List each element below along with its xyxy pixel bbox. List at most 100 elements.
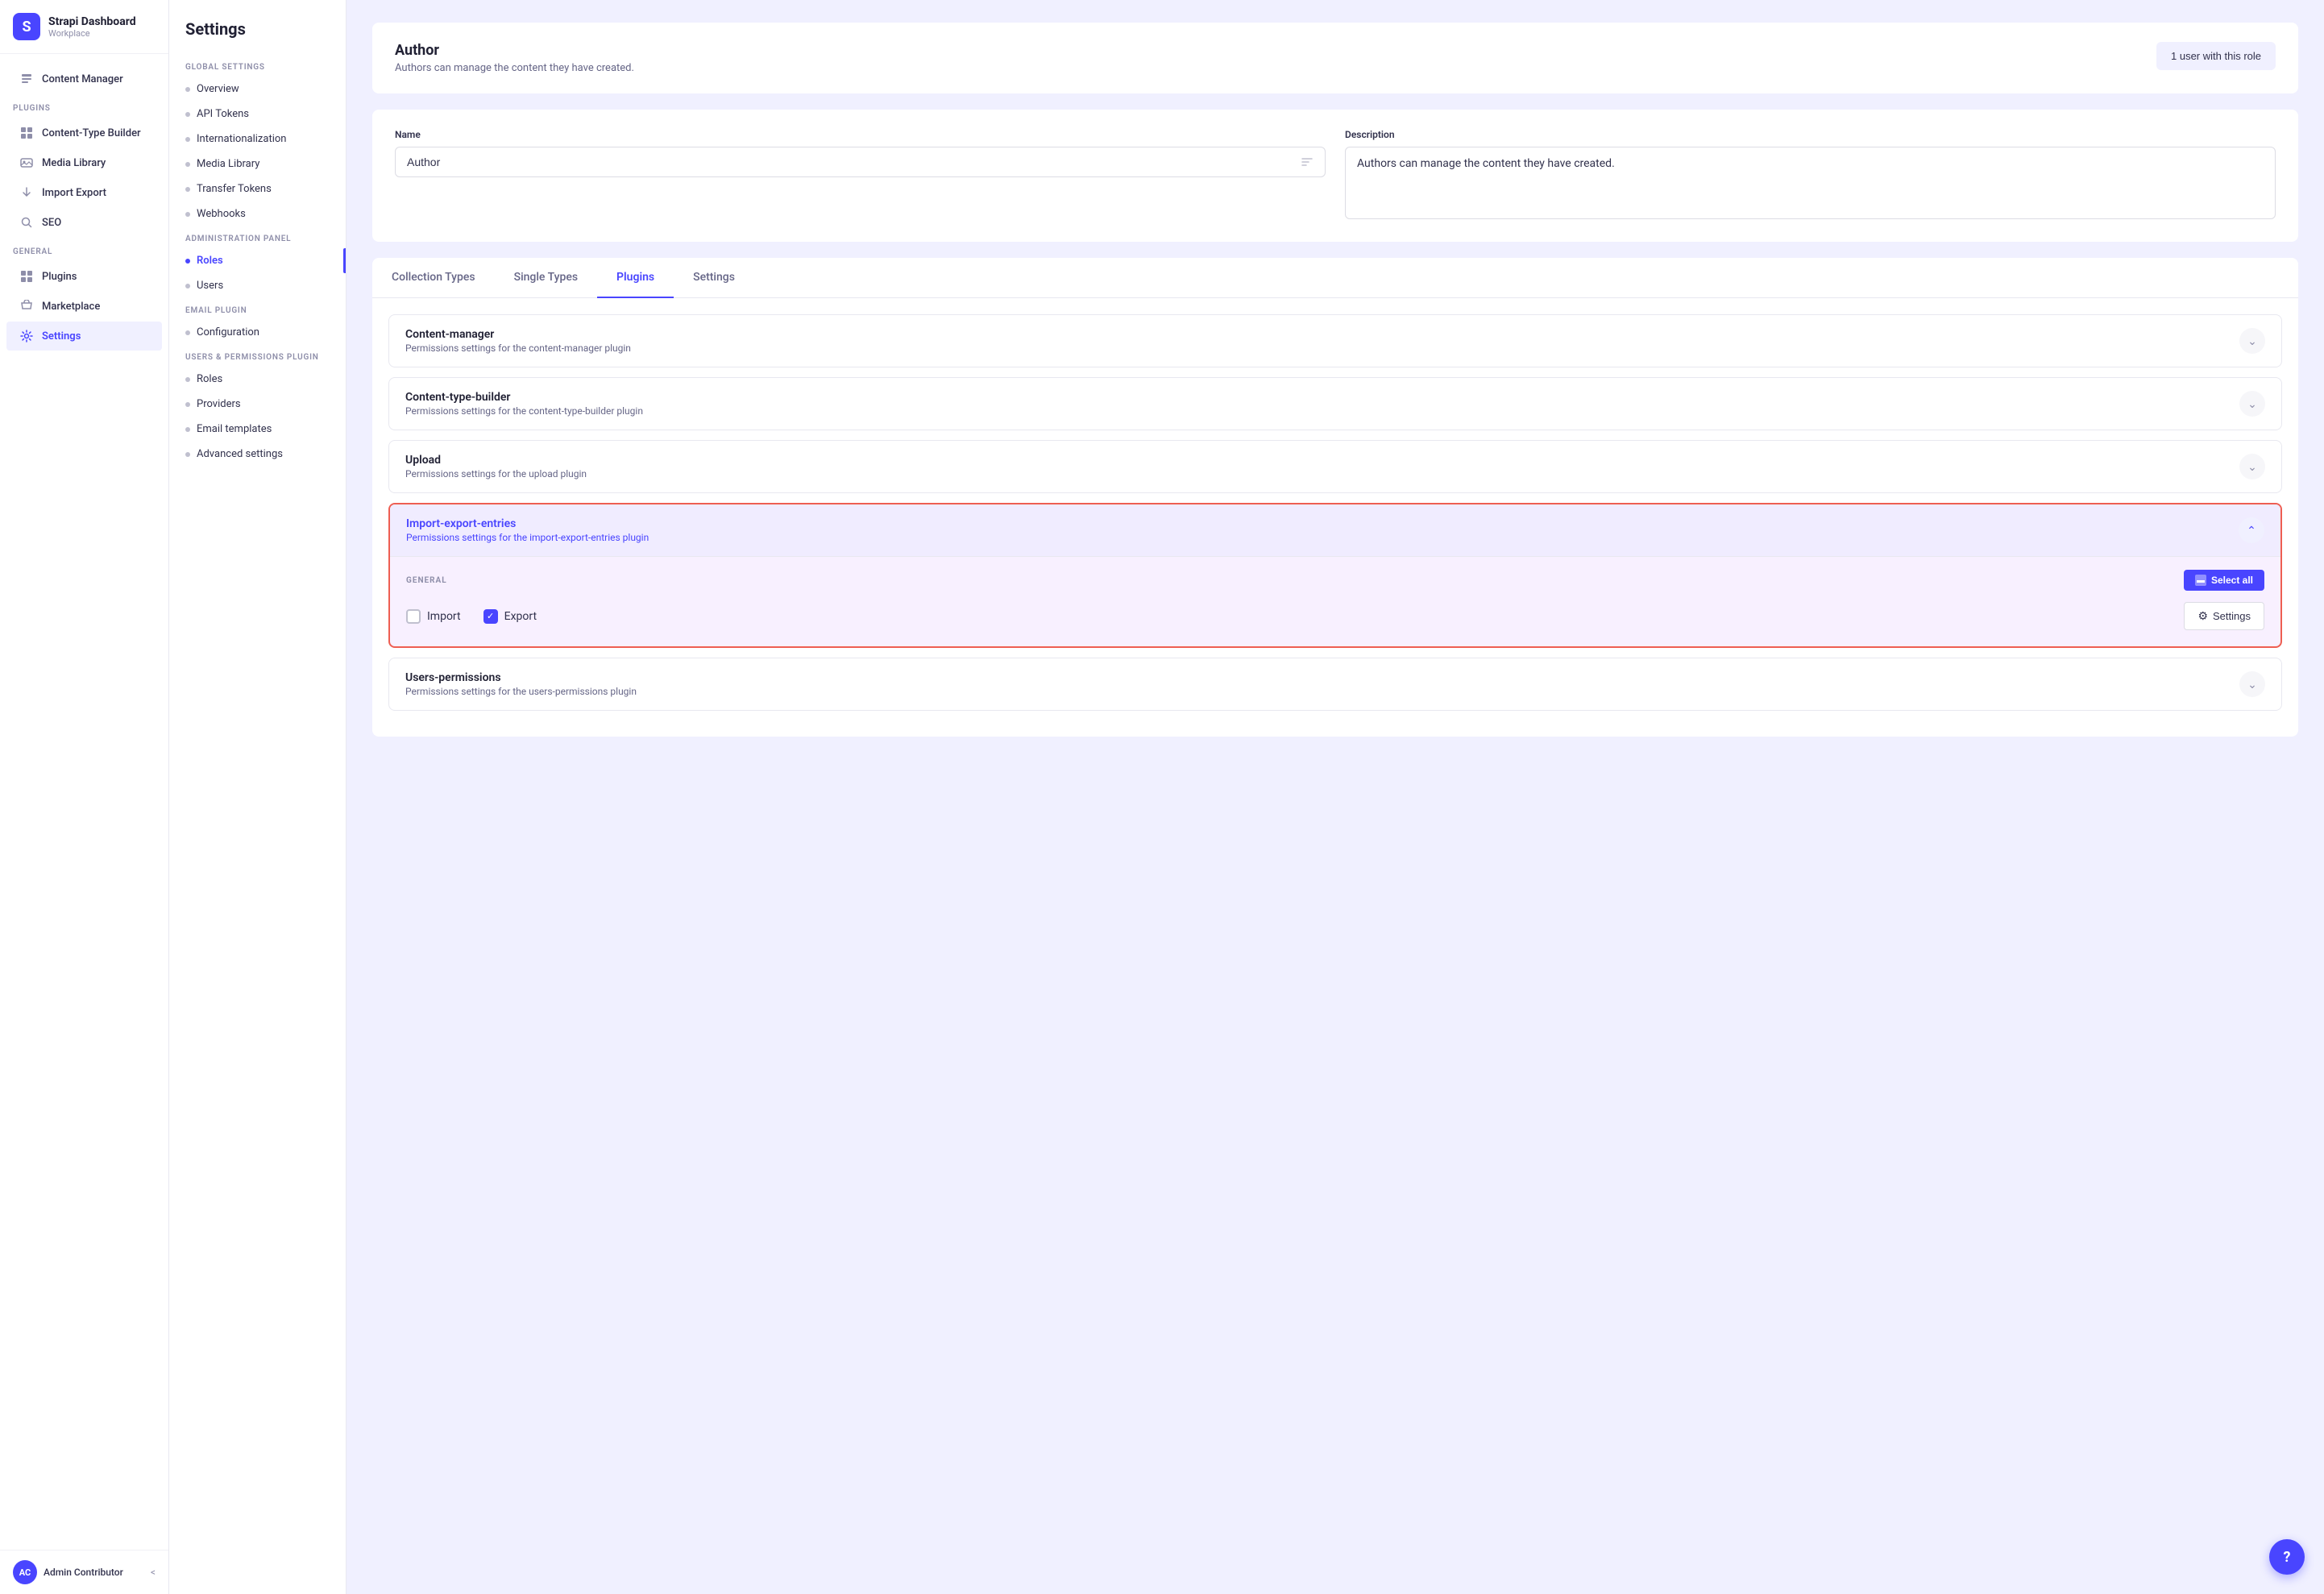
bullet-icon (185, 259, 190, 264)
plugin-expand-button[interactable]: ⌄ (2239, 328, 2265, 354)
plugin-desc: Permissions settings for the content-typ… (405, 405, 643, 417)
media-library-icon (19, 156, 34, 170)
bullet-icon (185, 162, 190, 167)
plugin-header-content-manager[interactable]: Content-manager Permissions settings for… (389, 315, 2281, 367)
sidebar-item-content-manager[interactable]: Content Manager (6, 64, 162, 93)
plugin-desc: Permissions settings for the users-permi… (405, 686, 637, 697)
bullet-icon (185, 212, 190, 217)
plugin-header-upload[interactable]: Upload Permissions settings for the uplo… (389, 441, 2281, 492)
bullet-icon (185, 187, 190, 192)
sidebar-item-marketplace[interactable]: Marketplace (6, 292, 162, 321)
gear-icon: ⚙ (2197, 609, 2208, 623)
settings-item-roles[interactable]: Roles (169, 248, 346, 273)
settings-item-transfer-tokens[interactable]: Transfer Tokens (169, 176, 346, 201)
plugin-expand-button[interactable]: ⌄ (2239, 671, 2265, 697)
export-checkbox[interactable]: ✓ (483, 609, 498, 624)
general-section-label: GENERAL (0, 238, 168, 261)
tab-settings[interactable]: Settings (674, 258, 754, 298)
description-field: Description Authors can manage the conte… (1345, 129, 2276, 222)
input-icon (1301, 156, 1313, 168)
author-description: Authors can manage the content they have… (395, 62, 634, 74)
bullet-icon (185, 452, 190, 457)
bullet-icon (185, 427, 190, 432)
sidebar-footer: AC Admin Contributor < (0, 1550, 168, 1594)
plugin-header-users-permissions[interactable]: Users-permissions Permissions settings f… (389, 658, 2281, 710)
description-label: Description (1345, 129, 2276, 140)
sidebar-item-import-export[interactable]: Import Export (6, 178, 162, 207)
tab-single-types[interactable]: Single Types (495, 258, 597, 298)
description-textarea[interactable]: Authors can manage the content they have… (1345, 147, 2276, 219)
tab-collection-types[interactable]: Collection Types (372, 258, 495, 298)
plugin-desc: Permissions settings for the import-expo… (406, 532, 649, 543)
tab-plugins[interactable]: Plugins (597, 258, 674, 298)
settings-item-email-templates[interactable]: Email templates (169, 417, 346, 442)
plugin-desc: Permissions settings for the content-man… (405, 342, 631, 354)
name-input[interactable] (407, 156, 1301, 168)
sidebar-item-label: Content Manager (42, 73, 123, 85)
checkboxes-group: Import ✓ Export (406, 609, 537, 624)
global-settings-label: GLOBAL SETTINGS (169, 55, 346, 77)
plugins-section-label: PLUGINS (0, 94, 168, 118)
sidebar-item-media-library[interactable]: Media Library (6, 148, 162, 177)
plugin-expand-button[interactable]: ⌄ (2239, 454, 2265, 479)
plugin-settings-button[interactable]: ⚙ Settings (2184, 602, 2264, 630)
settings-item-api-tokens[interactable]: API Tokens (169, 102, 346, 127)
name-label: Name (395, 129, 1326, 140)
settings-item-users[interactable]: Users (169, 273, 346, 298)
sidebar-item-label: Marketplace (42, 301, 100, 313)
settings-item-up-roles[interactable]: Roles (169, 367, 346, 392)
plugin-header-import-export-entries[interactable]: Import-export-entries Permissions settin… (390, 504, 2280, 556)
general-section-label: GENERAL ▬ Select all (406, 570, 2264, 591)
sidebar-collapse-chevron[interactable]: < (151, 1567, 156, 1578)
brand-header: S Strapi Dashboard Workplace (0, 0, 168, 54)
settings-item-providers[interactable]: Providers (169, 392, 346, 417)
sidebar-item-label: Content-Type Builder (42, 127, 141, 139)
content-manager-icon (19, 72, 34, 86)
name-input-wrapper (395, 147, 1326, 177)
help-button[interactable]: ? (2269, 1539, 2305, 1575)
plugin-name: Import-export-entries (406, 517, 649, 530)
sidebar-item-settings[interactable]: Settings (6, 322, 162, 351)
brand-text: Strapi Dashboard Workplace (48, 15, 136, 39)
settings-icon (19, 329, 34, 343)
select-all-button[interactable]: ▬ Select all (2184, 570, 2264, 591)
tabs-container: Collection Types Single Types Plugins Se… (372, 258, 2298, 737)
select-all-icon: ▬ (2195, 575, 2206, 586)
main-content: Author Authors can manage the content th… (347, 0, 2324, 1594)
plugin-collapse-button[interactable]: ⌃ (2239, 517, 2264, 543)
settings-item-advanced-settings[interactable]: Advanced settings (169, 442, 346, 467)
user-role-button[interactable]: 1 user with this role (2156, 42, 2276, 70)
sidebar: S Strapi Dashboard Workplace Content Man… (0, 0, 169, 1594)
seo-icon (19, 215, 34, 230)
settings-item-media-library[interactable]: Media Library (169, 152, 346, 176)
user-avatar: AC (13, 1560, 37, 1584)
sidebar-item-label: Media Library (42, 157, 106, 169)
bullet-icon (185, 284, 190, 288)
plugin-header-content-type-builder[interactable]: Content-type-builder Permissions setting… (389, 378, 2281, 430)
settings-item-webhooks[interactable]: Webhooks (169, 201, 346, 226)
bullet-icon (185, 402, 190, 407)
email-plugin-label: EMAIL PLUGIN (169, 298, 346, 320)
sidebar-item-label: Settings (42, 330, 81, 342)
admin-panel-label: ADMINISTRATION PANEL (169, 226, 346, 248)
bullet-icon (185, 87, 190, 92)
plugin-name: Content-type-builder (405, 391, 643, 404)
sidebar-item-content-type-builder[interactable]: Content-Type Builder (6, 118, 162, 147)
import-checkbox[interactable] (406, 609, 421, 624)
brand-icon: S (13, 13, 40, 40)
settings-panel: Settings GLOBAL SETTINGS Overview API To… (169, 0, 347, 1594)
users-permissions-label: USERS & PERMISSIONS PLUGIN (169, 345, 346, 367)
settings-item-configuration[interactable]: Configuration (169, 320, 346, 345)
user-name: Admin Contributor (44, 1567, 123, 1578)
sidebar-item-label: Import Export (42, 187, 106, 199)
author-title: Author (395, 42, 634, 59)
settings-item-internationalization[interactable]: Internationalization (169, 127, 346, 152)
plugin-expand-button[interactable]: ⌄ (2239, 391, 2265, 417)
author-card: Author Authors can manage the content th… (372, 23, 2298, 93)
sidebar-item-seo[interactable]: SEO (6, 208, 162, 237)
tabs-content: Content-manager Permissions settings for… (372, 298, 2298, 737)
settings-item-overview[interactable]: Overview (169, 77, 346, 102)
sidebar-item-plugins[interactable]: Plugins (6, 262, 162, 291)
plugins-icon (19, 269, 34, 284)
plugin-section-users-permissions: Users-permissions Permissions settings f… (388, 658, 2282, 711)
